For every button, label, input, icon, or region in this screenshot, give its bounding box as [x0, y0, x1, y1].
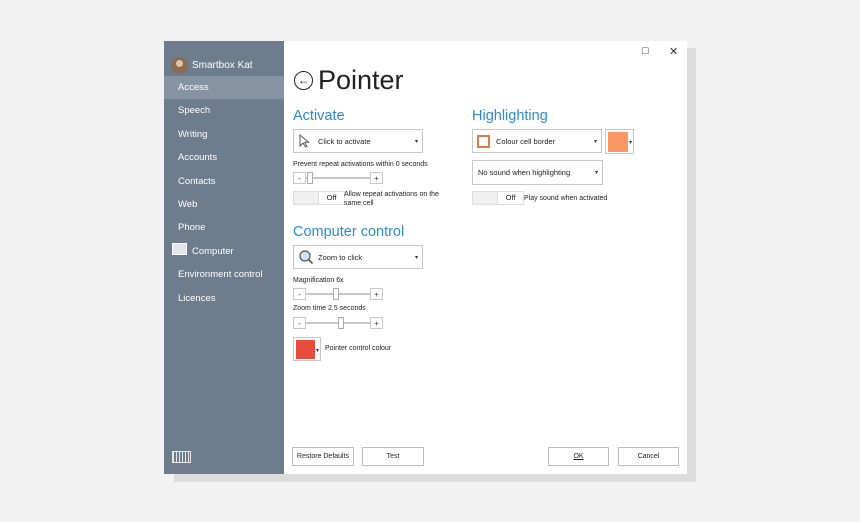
test-button[interactable]: Test: [362, 447, 424, 466]
sidebar-item-web[interactable]: Web: [164, 193, 284, 216]
restore-defaults-button[interactable]: Restore Defaults: [292, 447, 354, 466]
toggle-state: Off: [319, 192, 344, 204]
highlight-style-select[interactable]: Colour cell border ▾: [472, 129, 602, 153]
highlighting-heading: Highlighting: [472, 108, 548, 124]
sidebar-item-label: Phone: [178, 222, 206, 234]
decrement-button[interactable]: -: [293, 288, 306, 300]
chevron-down-icon: ▾: [593, 139, 597, 145]
magnification-label: Magnification 6x: [293, 277, 344, 284]
computer-control-mode-value: Zoom to click: [318, 252, 363, 262]
magnifier-icon: [299, 250, 314, 265]
close-button[interactable]: ✕: [669, 45, 678, 58]
ok-button[interactable]: OK: [548, 447, 609, 466]
computer-control-heading: Computer control: [293, 224, 405, 240]
sidebar-item-phone[interactable]: Phone: [164, 216, 284, 239]
maximize-button[interactable]: □: [642, 45, 649, 57]
sidebar-item-label: Access: [178, 82, 209, 93]
monitor-icon: [172, 242, 187, 255]
sidebar-item-licences[interactable]: Licences: [164, 287, 284, 310]
prevent-repeat-label: Prevent repeat activations within 0 seco…: [293, 161, 428, 168]
keyboard-icon[interactable]: [172, 451, 191, 463]
decrement-button[interactable]: -: [293, 317, 306, 329]
sidebar-item-label: Writing: [178, 128, 208, 140]
sidebar-item-contacts[interactable]: Contacts: [164, 170, 284, 193]
cell-border-icon: [477, 134, 490, 148]
settings-window: Smartbox Kat Access Speech Writing Accou…: [164, 41, 687, 474]
pointer-colour-picker[interactable]: ▾: [293, 337, 321, 361]
avatar: [171, 56, 188, 74]
cursor-icon: [299, 134, 310, 148]
colour-swatch: [608, 132, 628, 152]
colour-swatch: [296, 340, 315, 359]
chevron-down-icon: ▾: [628, 140, 632, 146]
magnification-slider[interactable]: - +: [293, 288, 383, 300]
sidebar: Smartbox Kat Access Speech Writing Accou…: [164, 41, 284, 474]
chevron-down-icon: ▾: [414, 139, 418, 145]
sidebar-item-label: Web: [178, 198, 198, 210]
toggle-switch: [294, 192, 319, 204]
sidebar-item-speech[interactable]: Speech: [164, 99, 284, 122]
slider-thumb[interactable]: [333, 288, 339, 300]
chevron-down-icon: ▾: [594, 170, 598, 176]
sidebar-nav: Access Speech Writing Accounts Contacts …: [164, 76, 284, 310]
highlight-sound-select[interactable]: No sound when highlighting ▾: [472, 160, 603, 185]
sidebar-item-environment-control[interactable]: Environment control: [164, 263, 284, 286]
highlight-colour-picker[interactable]: ▾: [605, 129, 634, 154]
activate-mode-select[interactable]: Click to activate ▾: [293, 129, 423, 153]
slider-track: [306, 177, 370, 179]
activate-heading: Activate: [293, 108, 345, 124]
sidebar-item-writing[interactable]: Writing: [164, 123, 284, 146]
sidebar-item-label: Accounts: [178, 152, 218, 164]
pointer-colour-label: Pointer control colour: [325, 345, 392, 352]
cancel-button[interactable]: Cancel: [618, 447, 679, 466]
highlight-style-value: Colour cell border: [496, 136, 556, 146]
chevron-down-icon: ▾: [414, 255, 418, 261]
back-arrow-icon[interactable]: ←: [294, 71, 313, 90]
decrement-button[interactable]: -: [293, 172, 306, 184]
zoom-time-label: Zoom time 2.5 seconds: [293, 305, 366, 312]
sidebar-item-label: Speech: [178, 105, 211, 117]
user-name: Smartbox Kat: [192, 59, 253, 71]
play-sound-toggle[interactable]: Off: [472, 191, 524, 205]
zoom-time-slider[interactable]: - +: [293, 317, 383, 329]
toggle-state: Off: [498, 192, 523, 204]
increment-button[interactable]: +: [370, 317, 383, 329]
sidebar-item-label: Contacts: [178, 175, 216, 187]
sidebar-item-label: Environment control: [178, 269, 263, 281]
slider-thumb[interactable]: [338, 317, 344, 329]
user-profile[interactable]: Smartbox Kat: [171, 55, 253, 75]
sidebar-item-access[interactable]: Access: [164, 76, 284, 100]
sidebar-item-computer[interactable]: Computer: [164, 240, 284, 263]
activate-mode-value: Click to activate: [318, 136, 371, 146]
highlight-sound-value: No sound when highlighting: [478, 168, 571, 177]
sidebar-item-accounts[interactable]: Accounts: [164, 146, 284, 169]
sidebar-item-label: Computer: [192, 245, 234, 257]
play-sound-label: Play sound when activated: [524, 195, 608, 202]
chevron-down-icon: ▾: [315, 348, 319, 354]
page-header: ← Pointer: [294, 65, 404, 96]
computer-control-mode-select[interactable]: Zoom to click ▾: [293, 245, 423, 269]
prevent-repeat-slider[interactable]: - +: [293, 172, 383, 184]
toggle-switch: [473, 192, 498, 204]
allow-repeat-label: Allow repeat activations on the same cel…: [344, 191, 439, 207]
slider-thumb[interactable]: [307, 172, 313, 184]
allow-repeat-toggle[interactable]: Off: [293, 191, 345, 205]
sidebar-item-label: Licences: [178, 292, 216, 304]
increment-button[interactable]: +: [370, 172, 383, 184]
increment-button[interactable]: +: [370, 288, 383, 300]
page-title: Pointer: [318, 65, 404, 95]
